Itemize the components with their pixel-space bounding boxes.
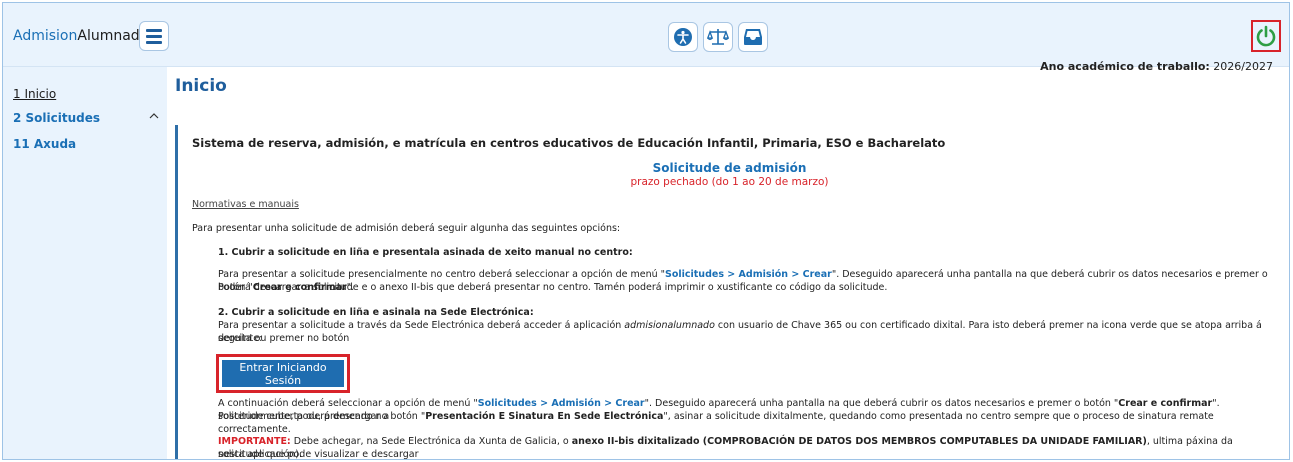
power-icon [1256,25,1276,47]
sidebar-item-axuda[interactable]: 11 Axuda [13,137,76,151]
option-2-title: 2. Cubrir a solicitude en liña e asinala… [218,307,534,318]
legal-button[interactable] [703,22,733,52]
sidebar-item-inicio[interactable]: 1 Inicio [13,87,56,101]
brand-logo[interactable]: AdmisionAlumnado [13,28,148,44]
normativas-link[interactable]: Normativas e manuais [192,199,299,210]
scales-icon [707,29,729,45]
accessibility-button[interactable] [668,22,698,52]
inbox-icon [744,29,762,45]
inbox-button[interactable] [738,22,768,52]
solicitude-title: Solicitude de admisión [652,161,807,175]
section-heading: Sistema de reserva, admisión, e matrícul… [192,136,946,150]
important-notice: IMPORTANTE: Debe achegar, na Sede Electr… [218,436,1233,460]
continue-text-2: solicitude cuberta ou, premendo no botón… [218,411,1214,435]
enter-button-highlight: Entrar Iniciando Sesión [216,354,350,393]
important-notice-2: nesta aplicación). [218,449,302,460]
accessibility-icon [674,28,692,46]
deadline-status: prazo pechado (do 1 ao 20 de marzo) [630,176,829,188]
enter-login-button[interactable]: Entrar Iniciando Sesión [222,360,344,387]
academic-year: Ano académico de traballo: 2026/2027 [1040,60,1273,73]
sidebar-item-solicitudes[interactable]: 2 Solicitudes [13,111,100,125]
intro-text: Para presentar unha solicitude de admisi… [192,223,621,234]
option-2-text: Para presentar a solicitude a través da … [218,320,1262,344]
option-1-title: 1. Cubrir a solicitude en liña e present… [218,247,633,258]
menu-toggle-button[interactable] [139,21,169,51]
option-2-text-2: seguinte: [218,333,263,344]
top-icon-group [668,22,768,52]
chevron-up-icon[interactable] [149,112,159,120]
login-power-button[interactable] [1251,20,1281,52]
menu-icon [146,28,162,32]
app-window: AdmisionAlumnado 1 Inicio 2 Solicitudes … [2,2,1290,460]
sidebar: 1 Inicio 2 Solicitudes 11 Axuda [3,67,167,459]
content-panel: Sistema de reserva, admisión, e matrícul… [175,125,1281,460]
page-title: Inicio [175,76,227,96]
top-bar: AdmisionAlumnado [3,3,1289,67]
option-1-text-2: Poderá descargar a solicitude e o anexo … [218,282,888,293]
